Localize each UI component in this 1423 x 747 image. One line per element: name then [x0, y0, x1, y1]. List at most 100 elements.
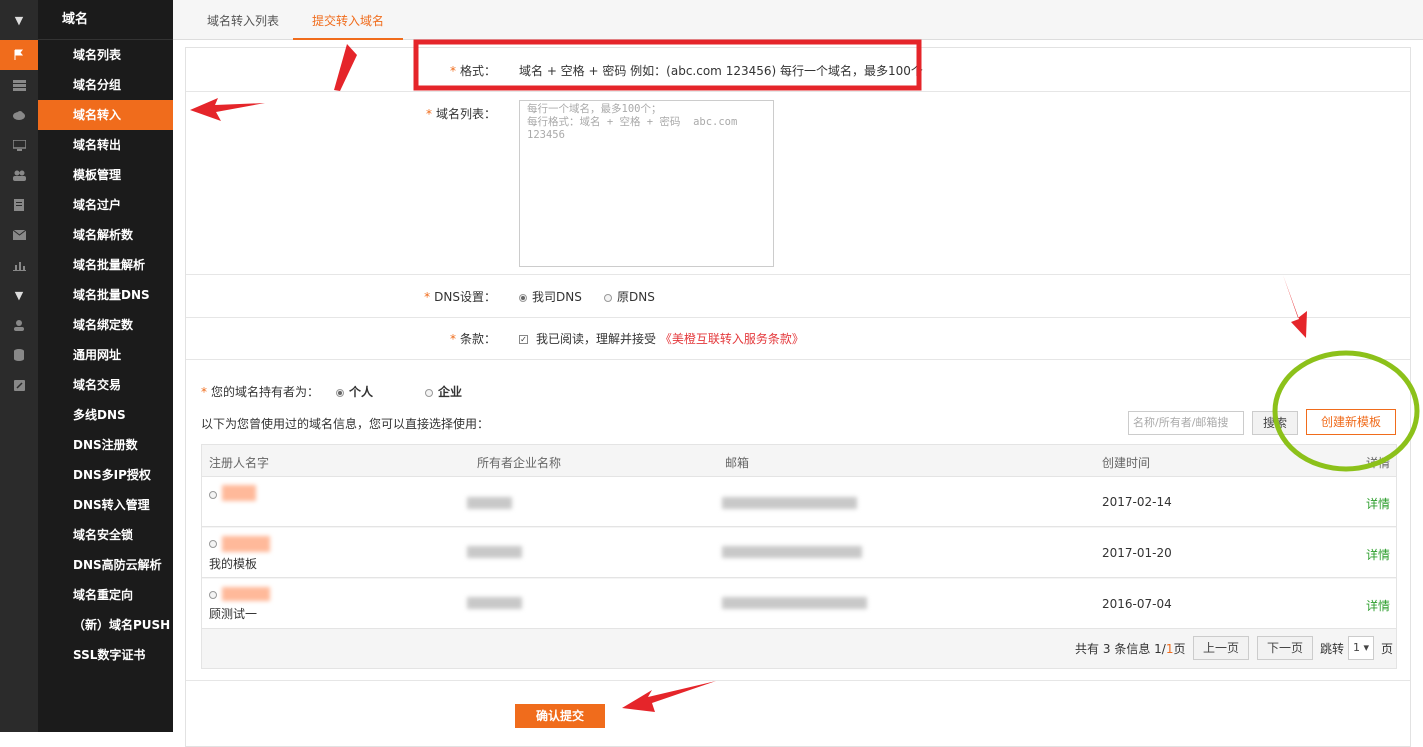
radio-icon: [519, 293, 527, 302]
radio-icon: [425, 388, 433, 397]
search-button[interactable]: 搜索: [1252, 411, 1298, 435]
database-icon[interactable]: [0, 340, 38, 370]
monitor-icon[interactable]: [0, 130, 38, 160]
sidebar-header[interactable]: 域名: [38, 0, 173, 40]
table-row[interactable]: 2017-02-14 详情: [202, 477, 1396, 527]
tab-submit-transfer[interactable]: 提交转入域名: [293, 0, 403, 40]
dns-option-ours[interactable]: 我司DNS: [519, 288, 582, 305]
document-icon[interactable]: [0, 190, 38, 220]
detail-link[interactable]: 详情: [1366, 597, 1390, 614]
sidebar-item[interactable]: 域名批量DNS: [38, 280, 173, 310]
dns-option-original[interactable]: 原DNS: [604, 288, 655, 305]
sidebar-item[interactable]: 域名批量解析: [38, 250, 173, 280]
sidebar-item[interactable]: 多线DNS: [38, 400, 173, 430]
page-select[interactable]: 1 ▾: [1348, 636, 1374, 660]
redacted-company: [467, 497, 512, 509]
sidebar-item[interactable]: 域名安全锁: [38, 520, 173, 550]
users-icon[interactable]: [0, 160, 38, 190]
sidebar-item[interactable]: DNS高防云解析: [38, 550, 173, 580]
sidebar-item[interactable]: DNS注册数: [38, 430, 173, 460]
radio-icon[interactable]: [209, 540, 217, 548]
sidebar-item[interactable]: 域名绑定数: [38, 310, 173, 340]
mail-icon[interactable]: [0, 220, 38, 250]
pager-info: 共有 3 条信息 1/1页: [1075, 642, 1186, 656]
icon-bar: ▼ ▼: [0, 0, 38, 732]
terms-agree[interactable]: ✓ 我已阅读，理解并接受 《美橙互联转入服务条款》: [519, 330, 804, 347]
confirm-submit-button[interactable]: 确认提交: [515, 704, 605, 728]
redacted-name: [222, 536, 270, 552]
sidebar-menu: 域名列表 域名分组 域名转入 域名转出 模板管理 域名过户 域名解析数 域名批量解析 域名批量D…: [38, 40, 173, 670]
sidebar-item[interactable]: SSL数字证书: [38, 640, 173, 670]
sidebar-item[interactable]: （新）域名PUSH: [38, 610, 173, 640]
redacted-company: [467, 597, 522, 609]
holder-label: * 您的域名持有者为：: [201, 385, 320, 399]
table-header: 注册人名字 所有者企业名称 邮箱 创建时间 详情: [202, 445, 1396, 477]
redacted-company: [467, 546, 522, 558]
sidebar-item[interactable]: 域名过户: [38, 190, 173, 220]
format-value: 域名 + 空格 + 密码 例如：(abc.com 123456) 每行一个域名，…: [519, 64, 923, 78]
col-company: 所有者企业名称: [477, 456, 562, 470]
radio-icon: [604, 293, 612, 302]
user-icon[interactable]: [0, 310, 38, 340]
edit-icon[interactable]: [0, 370, 38, 400]
col-detail: 详情: [1365, 456, 1390, 470]
created-date: 2017-02-14: [1102, 495, 1172, 509]
detail-link[interactable]: 详情: [1366, 546, 1390, 563]
format-label: * 格式：: [449, 64, 496, 78]
radio-icon[interactable]: [209, 591, 217, 599]
sidebar-item[interactable]: 域名转出: [38, 130, 173, 160]
domain-list-textarea[interactable]: 每行一个域名，最多100个； 每行格式：域名 + 空格 + 密码 abc.com…: [519, 100, 774, 267]
cloud-icon[interactable]: [0, 100, 38, 130]
table-row[interactable]: 顾测试一 2016-07-04 详情: [202, 579, 1396, 629]
terms-label: * 条款：: [449, 332, 496, 346]
sidebar-item[interactable]: 模板管理: [38, 160, 173, 190]
col-created: 创建时间: [1102, 456, 1151, 470]
chart-icon[interactable]: [0, 250, 38, 280]
redacted-email: [722, 497, 857, 509]
server-icon[interactable]: [0, 70, 38, 100]
domain-list-label: * 域名列表：: [425, 107, 496, 121]
sidebar-item[interactable]: 域名重定向: [38, 580, 173, 610]
checkbox-icon[interactable]: ✓: [519, 335, 528, 344]
sidebar-item[interactable]: 域名转入: [38, 100, 173, 130]
col-email: 邮箱: [725, 456, 750, 470]
flag-icon[interactable]: [0, 40, 38, 70]
page-unit: 页: [1381, 642, 1394, 656]
sidebar-item[interactable]: 域名交易: [38, 370, 173, 400]
sidebar-item[interactable]: 域名分组: [38, 70, 173, 100]
sidebar-item[interactable]: DNS多IP授权: [38, 460, 173, 490]
jump-label: 跳转: [1320, 642, 1345, 656]
sidebar-item[interactable]: 域名解析数: [38, 220, 173, 250]
template-table: 注册人名字 所有者企业名称 邮箱 创建时间 详情 2017-02-14 详情 我…: [201, 444, 1397, 669]
redacted-name: [222, 485, 256, 501]
next-page-button[interactable]: 下一页: [1257, 636, 1313, 660]
template-search-input[interactable]: 名称/所有者/邮箱搜: [1128, 411, 1244, 435]
col-registrant: 注册人名字: [209, 456, 270, 470]
template-name: 顾测试一: [209, 607, 258, 621]
tab-transfer-list[interactable]: 域名转入列表: [191, 0, 295, 40]
sidebar-item[interactable]: 域名列表: [38, 40, 173, 70]
main-panel: * 格式： 域名 + 空格 + 密码 例如：(abc.com 123456) 每行…: [185, 47, 1411, 747]
sidebar-item[interactable]: 通用网址: [38, 340, 173, 370]
template-name: 我的模板: [209, 557, 258, 571]
sidebar: 域名 域名列表 域名分组 域名转入 域名转出 模板管理 域名过户 域名解析数 域名批量解析 域名…: [38, 0, 173, 732]
prev-page-button[interactable]: 上一页: [1193, 636, 1249, 660]
created-date: 2016-07-04: [1102, 597, 1172, 611]
redacted-name: [222, 587, 270, 601]
detail-link[interactable]: 详情: [1366, 495, 1390, 512]
holder-option-personal[interactable]: 个人: [336, 383, 373, 400]
redacted-email: [722, 546, 862, 558]
created-date: 2017-01-20: [1102, 546, 1172, 560]
template-hint: 以下为您曾使用过的域名信息，您可以直接选择使用：: [201, 417, 490, 431]
radio-icon[interactable]: [209, 491, 217, 499]
table-row[interactable]: 我的模板 2017-01-20 详情: [202, 528, 1396, 578]
redacted-email: [722, 597, 867, 609]
create-template-button[interactable]: 创建新模板: [1306, 409, 1396, 435]
holder-option-company[interactable]: 企业: [425, 383, 462, 400]
caret-down-icon[interactable]: ▼: [0, 280, 38, 310]
caret-down-icon[interactable]: ▼: [0, 0, 38, 40]
sidebar-item[interactable]: DNS转入管理: [38, 490, 173, 520]
terms-link[interactable]: 《美橙互联转入服务条款》: [660, 332, 804, 346]
radio-icon: [336, 388, 344, 397]
tab-bar: 域名转入列表 提交转入域名: [173, 0, 1423, 40]
